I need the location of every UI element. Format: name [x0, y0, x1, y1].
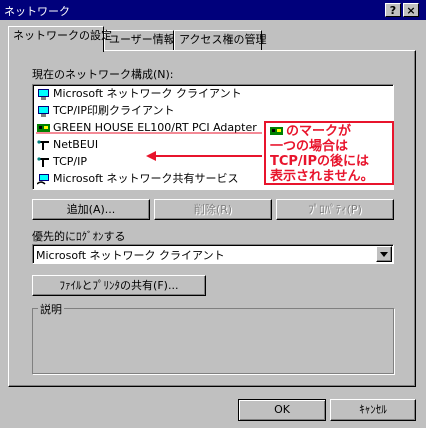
protocol-icon — [37, 156, 50, 168]
primary-logon-value: Microsoft ネットワーク クライアント — [36, 249, 225, 262]
adapter-icon — [37, 123, 50, 134]
list-item[interactable]: Microsoft ネットワーク共有サービス — [36, 171, 239, 187]
protocol-icon — [37, 139, 50, 151]
client-icon — [37, 88, 50, 100]
annotation-line-1: のマークが — [270, 124, 388, 139]
window-title: ネットワーク — [4, 5, 70, 18]
tab-access-control[interactable]: アクセス権の管理 — [174, 30, 266, 50]
item-label: GREEN HOUSE EL100/RT PCI Adapter — [53, 121, 257, 134]
file-print-sharing-button[interactable]: ﾌｧｲﾙとﾌﾟﾘﾝﾀの共有(F)... — [32, 275, 206, 296]
item-label: TCP/IP印刷クライアント — [53, 104, 175, 117]
item-label: Microsoft ネットワーク共有サービス — [53, 172, 239, 185]
chevron-down-icon — [380, 252, 388, 257]
add-button[interactable]: 追加(A)... — [32, 199, 150, 220]
dropdown-button[interactable] — [376, 246, 392, 262]
tab-label: ユーザー情報 — [109, 33, 175, 46]
cancel-button[interactable]: ｷｬﾝｾﾙ — [330, 399, 416, 421]
description-label: 説明 — [38, 301, 64, 317]
title-bar[interactable]: ネットワーク ? × — [0, 0, 426, 20]
annotation-text: 表示されません。 — [270, 169, 374, 184]
item-label: Microsoft ネットワーク クライアント — [53, 87, 242, 100]
tab-label: アクセス権の管理 — [179, 33, 267, 46]
primary-logon-select[interactable]: Microsoft ネットワーク クライアント — [32, 244, 394, 264]
annotation-callout: のマークが 一つの場合は TCP/IPの後には 表示されません。 — [264, 121, 394, 185]
list-item[interactable]: TCP/IP印刷クライアント — [37, 103, 175, 119]
list-item[interactable]: Microsoft ネットワーク クライアント — [37, 86, 242, 102]
components-label: 現在のネットワーク構成(N): — [32, 68, 174, 81]
ok-button[interactable]: OK — [238, 399, 326, 421]
properties-button[interactable]: ﾌﾟﾛﾊﾟﾃｨ(P) — [276, 199, 394, 220]
remove-button[interactable]: 削除(R) — [154, 199, 272, 220]
annotation-text: 一つの場合は — [270, 139, 349, 154]
tab-label: ネットワークの設定 — [13, 29, 112, 42]
annotation-text: TCP/IPの後には — [270, 154, 370, 169]
primary-logon-label: 優先的にﾛｸﾞｵﾝする — [32, 230, 126, 243]
list-item[interactable]: TCP/IP — [37, 154, 87, 170]
service-icon — [36, 173, 50, 185]
help-button[interactable]: ? — [385, 3, 401, 17]
list-item[interactable]: NetBEUI — [37, 137, 98, 153]
item-label: NetBEUI — [53, 138, 99, 151]
tab-user-info[interactable]: ユーザー情報 — [104, 30, 175, 50]
annotation-text: のマークが — [286, 124, 352, 139]
close-button[interactable]: × — [403, 3, 419, 17]
description-group — [32, 308, 394, 374]
tab-network-settings[interactable]: ネットワークの設定 — [8, 26, 112, 52]
list-item[interactable]: GREEN HOUSE EL100/RT PCI Adapter — [37, 120, 257, 136]
adapter-icon — [270, 126, 283, 137]
item-label: TCP/IP — [53, 155, 87, 168]
client-icon — [37, 105, 50, 117]
